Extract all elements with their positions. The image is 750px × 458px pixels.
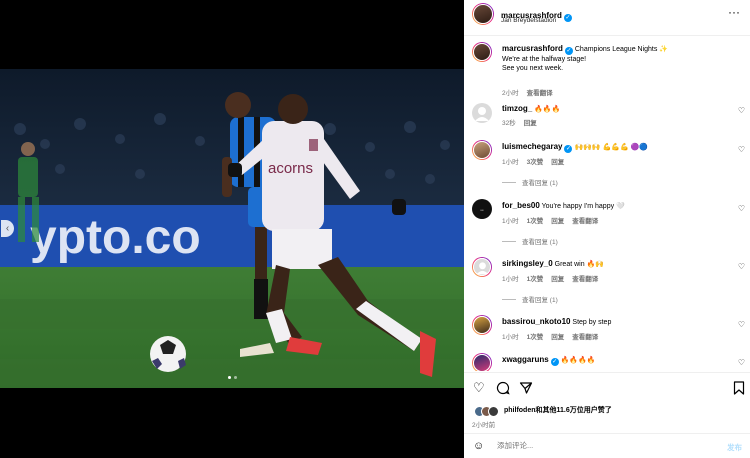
heart-icon[interactable]: ♡: [738, 145, 745, 154]
view-replies-label: 查看回复 (1): [522, 297, 558, 304]
reply-button[interactable]: 回复: [551, 159, 564, 166]
caption-avatar[interactable]: [472, 42, 492, 62]
shirt-sponsor: acorns: [268, 160, 313, 177]
post-comment-button[interactable]: 发布: [727, 442, 742, 453]
commenter-avatar[interactable]: [472, 257, 492, 277]
more-icon[interactable]: ···: [728, 6, 740, 18]
reply-button[interactable]: 回复: [524, 120, 537, 127]
share-icon[interactable]: [519, 381, 533, 398]
comment-likes[interactable]: 1次赞: [527, 276, 544, 283]
post-header: marcusrashford ✓ Jan Breydelstadion ···: [464, 0, 750, 36]
caption-line: See you next week.: [502, 65, 564, 72]
heart-icon[interactable]: ♡: [738, 262, 745, 271]
comment-text: 🔥🔥🔥: [534, 106, 561, 113]
comment-time: 1小时: [502, 276, 519, 283]
bookmark-icon[interactable]: [733, 381, 745, 398]
post-photo: ypto.co acorns: [0, 69, 464, 388]
heart-icon[interactable]: ♡: [738, 320, 745, 329]
caption-title: Champions League Nights ✨: [574, 46, 669, 53]
commenter-username[interactable]: timzog_: [502, 104, 532, 113]
emoji-icon[interactable]: ☺: [473, 440, 484, 452]
see-translation-link[interactable]: 查看翻译: [572, 276, 598, 283]
commenter-avatar[interactable]: •••: [472, 199, 492, 219]
commenter-username[interactable]: bassirou_nkoto10: [502, 317, 570, 326]
heart-icon[interactable]: ♡: [738, 106, 745, 115]
see-translation-link[interactable]: 查看翻译: [572, 218, 598, 225]
post-media-pane: ypto.co acorns ‹: [0, 0, 464, 458]
caption-time: 2小时: [502, 90, 519, 97]
commenter-avatar[interactable]: [472, 103, 492, 123]
carousel-dot: [233, 376, 237, 379]
comment-text: Step by step: [572, 319, 612, 326]
commenter-avatar[interactable]: [472, 353, 492, 371]
heart-icon[interactable]: ♡: [738, 204, 745, 213]
like-heart-icon[interactable]: ♡: [473, 381, 485, 395]
comment-time: 32秒: [502, 120, 516, 127]
likes-summary[interactable]: philfoden和其他11.6万位用户赞了: [504, 405, 612, 415]
author-avatar[interactable]: [472, 3, 494, 25]
reply-button[interactable]: 回复: [551, 276, 564, 283]
comment-text: Great win 🔥🙌: [554, 261, 604, 268]
see-translation-link[interactable]: 查看翻译: [572, 334, 598, 341]
commenter-username[interactable]: for_bes00: [502, 201, 540, 210]
view-replies-button[interactable]: 查看回复 (1): [502, 294, 558, 304]
instagram-post-modal: ypto.co acorns ‹ marcusrashford ✓ Jan Br…: [0, 0, 750, 458]
post-actions: ♡ philfoden和其他11.6万位用户赞了 2小时前 ☺ 发布: [464, 372, 750, 458]
comment-time: 1小时: [502, 159, 519, 166]
carousel-dot-active: [227, 376, 231, 379]
view-replies-label: 查看回复 (1): [522, 239, 558, 246]
add-comment-bar: ☺ 发布: [464, 433, 750, 458]
reply-button[interactable]: 回复: [551, 334, 564, 341]
svg-text:•••: •••: [480, 208, 483, 212]
comments-feed[interactable]: marcusrashford ✓ Champions League Nights …: [464, 36, 750, 371]
verified-badge-icon: ✓: [564, 145, 573, 153]
commenter-avatar[interactable]: [472, 140, 492, 160]
comment-text: 🙌🙌🙌 💪💪💪 🟣🔵: [574, 144, 649, 151]
commenter-username[interactable]: xwaggaruns: [502, 355, 549, 364]
verified-badge-icon: ✓: [564, 47, 573, 55]
commenter-username[interactable]: sirkingsley_0: [502, 259, 553, 268]
caption-line: We're at the halfway stage!: [502, 56, 587, 63]
caption-username[interactable]: marcusrashford: [502, 44, 563, 53]
commenter-username[interactable]: luismechegaray: [502, 142, 562, 151]
post-location[interactable]: Jan Breydelstadion: [501, 17, 556, 24]
heart-icon[interactable]: ♡: [738, 358, 745, 367]
ad-board-text: ypto.co: [30, 211, 201, 264]
comment-time: 1小时: [502, 218, 519, 225]
comment-text: You're happy I'm happy 🤍: [541, 203, 625, 210]
verified-badge-icon: ✓: [550, 358, 559, 366]
comment-likes[interactable]: 1次赞: [527, 218, 544, 225]
see-translation-link[interactable]: 查看翻译: [527, 90, 553, 97]
view-replies-label: 查看回复 (1): [522, 180, 558, 187]
verified-badge-icon: ✓: [563, 14, 572, 22]
comment-likes[interactable]: 1次赞: [527, 334, 544, 341]
comment-text: 🔥🔥🔥🔥: [560, 357, 596, 364]
post-side-panel: marcusrashford ✓ Jan Breydelstadion ··· m…: [464, 0, 750, 458]
comment-icon[interactable]: [496, 381, 510, 398]
reply-button[interactable]: 回复: [551, 218, 564, 225]
commenter-avatar[interactable]: [472, 315, 492, 335]
comment-time: 1小时: [502, 334, 519, 341]
comment-input[interactable]: [497, 441, 707, 450]
view-replies-button[interactable]: 查看回复 (1): [502, 236, 558, 246]
post-date: 2小时前: [472, 422, 496, 429]
comment-likes[interactable]: 3次赞: [527, 159, 544, 166]
football: [150, 336, 186, 372]
carousel-indicator: [0, 376, 464, 379]
view-replies-button[interactable]: 查看回复 (1): [502, 177, 558, 187]
